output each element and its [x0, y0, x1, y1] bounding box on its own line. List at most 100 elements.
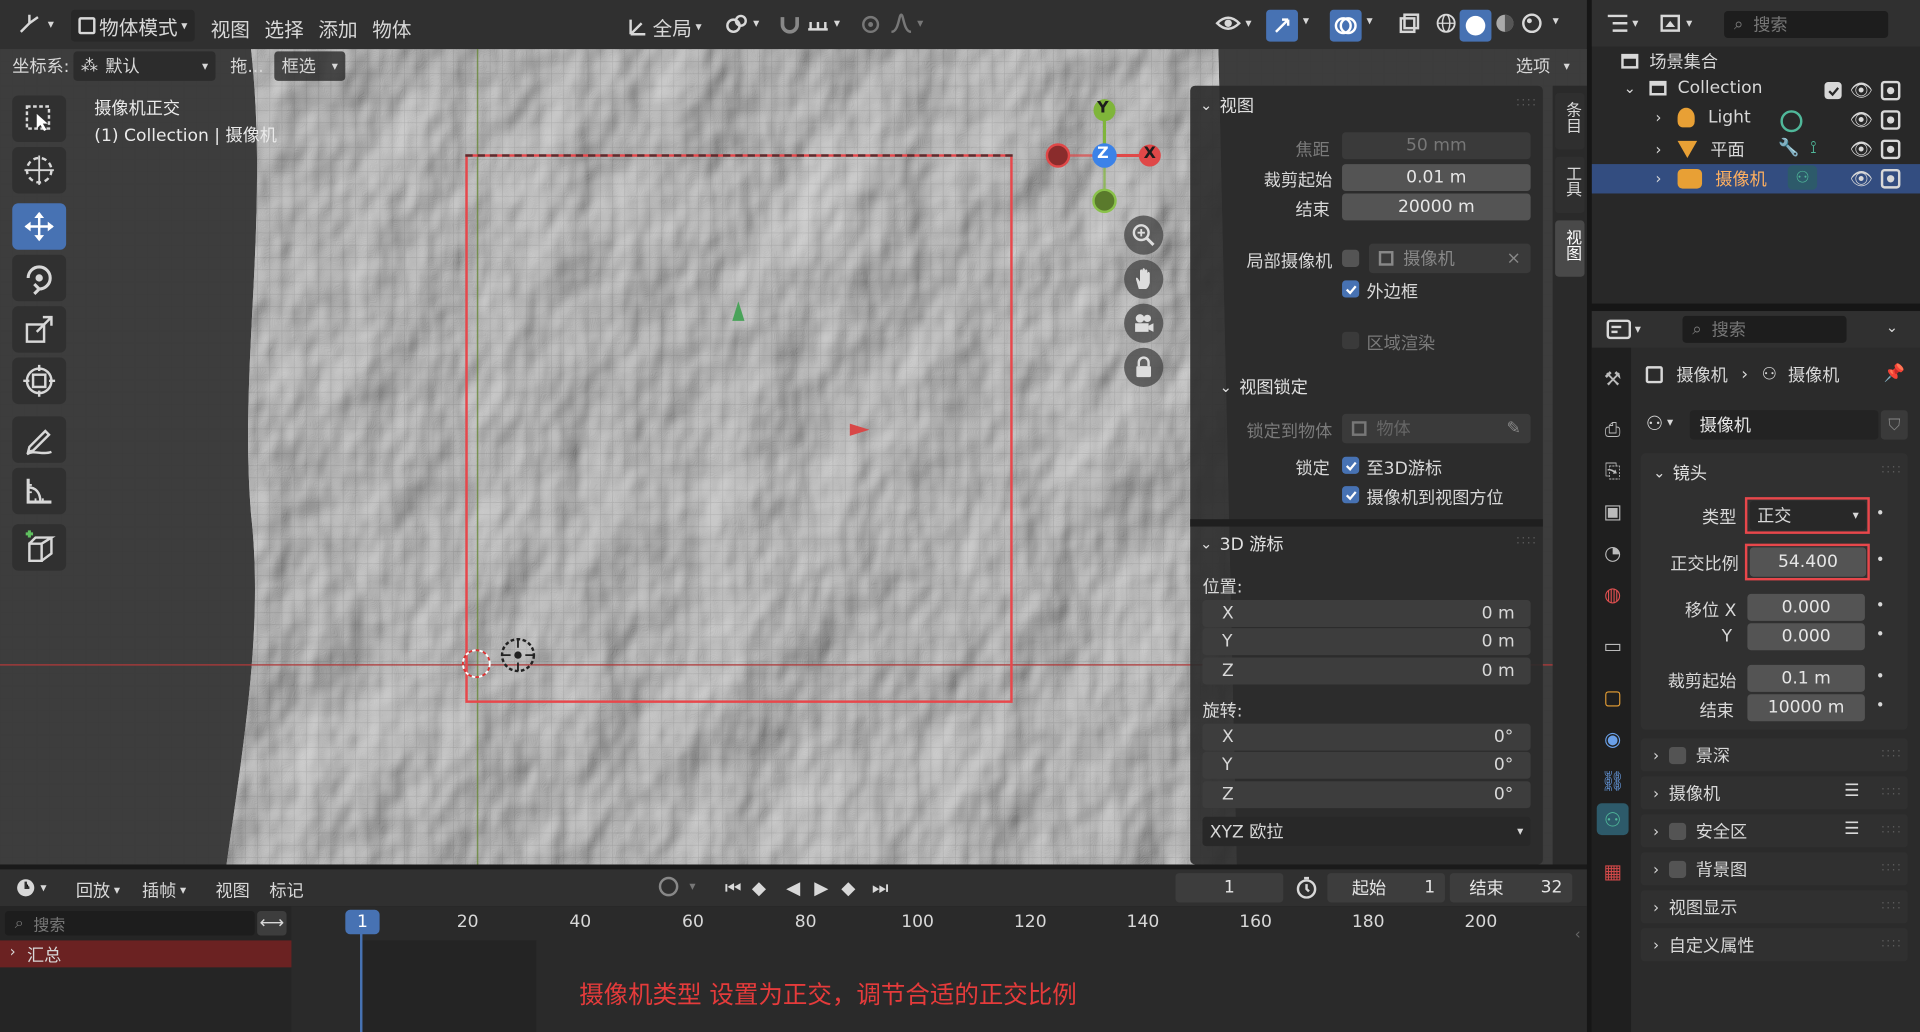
coord-system-dropdown[interactable]: ⁂ 默认 ▾	[73, 51, 216, 81]
tab-view-layer-icon[interactable]: ▣	[1597, 495, 1629, 527]
view-lock-section-header[interactable]: ⌄ 视图锁定	[1220, 375, 1308, 399]
editor-type-button[interactable]: ▾	[17, 12, 54, 36]
options-dropdown[interactable]: 选项 ▾	[1509, 51, 1578, 80]
swap-icon[interactable]: ⟷	[257, 911, 287, 936]
shift-x-field[interactable]: 0.000	[1747, 593, 1865, 621]
render-camera-icon[interactable]	[1880, 110, 1901, 130]
menu-view[interactable]: 视图	[211, 13, 250, 42]
drag-handle-icon[interactable]: ::::	[1516, 96, 1537, 109]
clip-end-field[interactable]: 20000 m	[1342, 193, 1531, 221]
drag-handle-icon[interactable]: ::::	[1881, 747, 1902, 760]
tool-annotate[interactable]	[12, 416, 67, 463]
preset-list-icon[interactable]: ☰	[1844, 781, 1859, 801]
current-frame-field[interactable]: 1	[1175, 873, 1284, 903]
lock-view-button[interactable]	[1124, 347, 1164, 387]
xray-toggle[interactable]	[1398, 12, 1420, 34]
shading-material[interactable]	[1494, 12, 1516, 34]
tool-move[interactable]	[12, 203, 67, 250]
dof-checkbox[interactable]	[1668, 746, 1686, 764]
tab-output-icon[interactable]: ⎘	[1597, 456, 1629, 488]
timeline-editor-type[interactable]: ▾	[15, 877, 47, 899]
lock-object-field[interactable]: 物体 ✎	[1342, 413, 1531, 444]
panel-viewport-display[interactable]: › 视图显示	[1640, 890, 1908, 924]
eye-icon[interactable]: 👁	[1849, 108, 1873, 132]
camera-view-button[interactable]	[1124, 303, 1164, 343]
fake-user-shield-icon[interactable]: ⛉	[1880, 410, 1908, 440]
camera-data-icon[interactable]: ⚇	[1787, 165, 1818, 190]
tool-measure[interactable]	[12, 467, 67, 515]
chevron-down-icon[interactable]: ▾	[1367, 15, 1373, 28]
collection-row[interactable]: ⌄ Collection	[1624, 78, 1763, 98]
eye-icon[interactable]: 👁	[1849, 167, 1873, 191]
tab-render-icon[interactable]: ⎙	[1597, 414, 1629, 446]
select-mode-dropdown[interactable]: 框选 ▾	[274, 51, 346, 81]
shift-y-field[interactable]: 0.000	[1747, 623, 1865, 651]
timeline-search-field[interactable]: ⌕ 搜索	[4, 911, 255, 936]
cursor-section-header[interactable]: ⌄ 3D 游标	[1200, 531, 1284, 555]
panel-background-images[interactable]: › 背景图	[1640, 852, 1908, 886]
tab-world-icon[interactable]: ◍	[1597, 578, 1629, 610]
panel-safe-areas[interactable]: › 安全区	[1640, 814, 1908, 848]
eye-icon[interactable]: 👁	[1849, 137, 1873, 161]
menu-object[interactable]: 物体	[372, 13, 411, 42]
outliner-editor-type[interactable]: ▾	[1607, 13, 1638, 33]
play-button[interactable]: ▶	[814, 877, 828, 899]
chevron-down-icon[interactable]: ▾	[1553, 15, 1559, 28]
snap-target-dropdown[interactable]: ▾	[806, 12, 840, 34]
render-camera-icon[interactable]	[1880, 80, 1901, 101]
prev-keyframe-button[interactable]: ◆	[752, 877, 766, 899]
drag-handle-icon[interactable]: ::::	[1881, 937, 1902, 950]
cursor-rot-x-field[interactable]	[1202, 723, 1531, 751]
tab-scene-icon[interactable]: ◔	[1597, 536, 1629, 568]
rotation-mode-dropdown[interactable]: XYZ 欧拉 ▾	[1202, 816, 1531, 847]
playhead-marker[interactable]: 1	[345, 909, 380, 935]
end-frame-field[interactable]: 结束 32	[1449, 873, 1573, 903]
chevron-down-icon[interactable]: ▾	[1303, 15, 1309, 28]
visibility-dropdown[interactable]: ▾	[1215, 12, 1251, 34]
clip-start-field[interactable]: 0.01 m	[1342, 164, 1531, 192]
light-data-icon[interactable]	[1780, 110, 1803, 133]
drag-handle-icon[interactable]: ::::	[1516, 534, 1537, 547]
tab-texture-icon[interactable]: ▦	[1597, 855, 1629, 887]
display-mode-dropdown[interactable]: ▾	[1660, 13, 1692, 33]
properties-search-field[interactable]: ⌕ 搜索	[1682, 315, 1847, 343]
zoom-button[interactable]	[1124, 215, 1164, 255]
shading-solid[interactable]	[1459, 9, 1492, 42]
pin-icon[interactable]: 📌	[1883, 362, 1905, 384]
camera-data-browse[interactable]: ⚇ ▾	[1646, 411, 1673, 434]
background-images-checkbox[interactable]	[1668, 860, 1686, 878]
lens-clip-start-field[interactable]: 0.1 m	[1747, 664, 1865, 692]
pan-button[interactable]	[1124, 259, 1164, 299]
drag-handle-icon[interactable]: ::::	[1881, 861, 1902, 874]
pivot-dropdown[interactable]: ▾	[725, 12, 759, 34]
lens-panel-header[interactable]: ⌄ 镜头	[1653, 460, 1707, 484]
jump-start-button[interactable]: ⏮	[725, 877, 742, 899]
lock-camera-checkbox[interactable]	[1342, 486, 1360, 504]
tool-transform[interactable]	[12, 357, 67, 405]
properties-options-dropdown[interactable]: ⌄	[1886, 318, 1898, 335]
safe-areas-checkbox[interactable]	[1668, 822, 1686, 840]
transform-orientation-dropdown[interactable]: 全局 ▾	[627, 12, 702, 41]
menu-timeline-view[interactable]: 视图	[216, 878, 250, 902]
keyframe-dot-icon[interactable]: •	[1876, 697, 1885, 714]
menu-keying[interactable]: 插帧 ▾	[142, 878, 186, 902]
tool-add-cube[interactable]	[12, 524, 67, 571]
menu-select[interactable]: 选择	[264, 13, 303, 42]
properties-editor-type[interactable]: ▾	[1606, 318, 1641, 340]
mode-dropdown[interactable]: 物体模式 ▾	[71, 9, 195, 42]
local-camera-checkbox[interactable]	[1342, 249, 1360, 267]
menu-markers[interactable]: 标记	[269, 878, 303, 902]
cursor-rot-y-field[interactable]	[1202, 751, 1531, 779]
render-camera-icon[interactable]	[1880, 139, 1901, 160]
jump-end-button[interactable]: ⏭	[872, 877, 889, 899]
local-camera-field[interactable]: 摄像机 ×	[1368, 243, 1531, 274]
keyframe-dot-icon[interactable]: •	[1876, 626, 1885, 643]
gizmo-toggle[interactable]	[1266, 9, 1298, 42]
tab-camera-data-icon[interactable]: ⚇	[1596, 803, 1629, 836]
timeline-scroll-chevron-icon[interactable]: ‹	[1575, 926, 1581, 943]
overlay-toggle[interactable]	[1329, 9, 1362, 42]
tab-object-icon[interactable]: ▢	[1597, 681, 1629, 713]
auto-key-toggle[interactable]: ▾	[658, 876, 696, 897]
shading-rendered[interactable]	[1521, 12, 1543, 34]
camera-frame[interactable]	[465, 154, 1013, 703]
